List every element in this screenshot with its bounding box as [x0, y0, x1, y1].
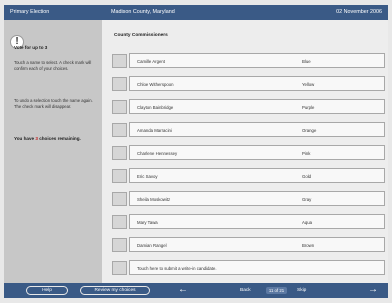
candidate-name: Sheila Moskowitz: [137, 197, 171, 202]
candidate-button[interactable]: Camille Argent Blue: [129, 53, 385, 68]
candidate-party: Gray: [302, 197, 312, 202]
election-name: Primary Election: [10, 9, 50, 15]
page-indicator: 11 of 21: [266, 287, 287, 294]
candidate-row[interactable]: Damian Rangel Brown: [112, 237, 386, 252]
candidate-row[interactable]: Mary Tawa Aqua: [112, 214, 386, 229]
contest-title: County Commissioners: [114, 33, 168, 38]
candidate-row[interactable]: Chloe Witherspoon Yellow: [112, 76, 386, 91]
candidate-party: Brown: [302, 243, 315, 248]
instructions-panel: ! Vote for up to 3 Touch a name to selec…: [4, 20, 102, 283]
candidate-party: Blue: [302, 59, 311, 64]
candidate-button[interactable]: Chloe Witherspoon Yellow: [129, 76, 385, 91]
candidate-name: Charlene Hennessey: [137, 151, 178, 156]
candidate-checkbox[interactable]: [112, 54, 127, 68]
candidate-checkbox[interactable]: [112, 77, 127, 91]
candidate-row[interactable]: Clayton Bainbridge Purple: [112, 99, 386, 114]
candidate-party: Pink: [302, 151, 311, 156]
election-date: 02 November 2006: [336, 9, 382, 15]
select-instructions: Touch a name to select. A check mark wil…: [14, 60, 92, 71]
candidate-name: Amanda Marracini: [137, 128, 172, 133]
footer-bar: Help Review my choices ← Back 11 of 21 S…: [4, 283, 388, 298]
header-bar: Primary Election Madison County, Marylan…: [4, 5, 388, 20]
candidate-checkbox[interactable]: [112, 100, 127, 114]
candidate-party: Purple: [302, 105, 315, 110]
candidate-name: Clayton Bainbridge: [137, 105, 174, 110]
ballot-screen: Primary Election Madison County, Marylan…: [0, 0, 392, 303]
candidate-checkbox[interactable]: [112, 146, 127, 160]
candidate-row[interactable]: Amanda Marracini Orange: [112, 122, 386, 137]
candidate-button[interactable]: Clayton Bainbridge Purple: [129, 99, 385, 114]
candidate-checkbox[interactable]: [112, 192, 127, 206]
write-in-label: Touch here to submit a write-in candidat…: [137, 266, 217, 271]
forward-arrow-icon[interactable]: →: [368, 285, 378, 295]
candidate-row[interactable]: Sheila Moskowitz Gray: [112, 191, 386, 206]
candidate-checkbox[interactable]: [112, 123, 127, 137]
contest-panel: County Commissioners Camille Argent Blue…: [102, 20, 388, 283]
help-button[interactable]: Help: [26, 286, 68, 295]
candidate-checkbox[interactable]: [112, 169, 127, 183]
candidate-party: Yellow: [302, 82, 315, 87]
candidate-party: Orange: [302, 128, 317, 133]
write-in-row[interactable]: Touch here to submit a write-in candidat…: [112, 260, 386, 275]
candidate-name: Eric Savoy: [137, 174, 158, 179]
candidate-name: Chloe Witherspoon: [137, 82, 174, 87]
candidate-name: Camille Argent: [137, 59, 165, 64]
candidate-button[interactable]: Eric Savoy Gold: [129, 168, 385, 183]
undo-instructions: To undo a selection touch the name again…: [14, 98, 93, 109]
candidate-name: Mary Tawa: [137, 220, 158, 225]
candidate-row[interactable]: Eric Savoy Gold: [112, 168, 386, 183]
candidate-button[interactable]: Damian Rangel Brown: [129, 237, 385, 252]
remaining-choices: You have 3 choices remaining.: [14, 136, 81, 141]
write-in-checkbox[interactable]: [112, 261, 127, 275]
candidate-checkbox[interactable]: [112, 238, 127, 252]
candidate-button[interactable]: Sheila Moskowitz Gray: [129, 191, 385, 206]
vote-limit-title: Vote for up to 3: [14, 45, 48, 50]
skip-button[interactable]: Skip: [297, 288, 306, 293]
candidate-button[interactable]: Mary Tawa Aqua: [129, 214, 385, 229]
candidate-name: Damian Rangel: [137, 243, 167, 248]
candidate-party: Gold: [302, 174, 312, 179]
candidate-party: Aqua: [302, 220, 313, 225]
review-choices-button[interactable]: Review my choices: [80, 286, 150, 295]
candidate-button[interactable]: Amanda Marracini Orange: [129, 122, 385, 137]
candidate-button[interactable]: Charlene Hennessey Pink: [129, 145, 385, 160]
write-in-button[interactable]: Touch here to submit a write-in candidat…: [129, 260, 385, 275]
back-button[interactable]: Back: [240, 288, 251, 293]
candidate-row[interactable]: Camille Argent Blue: [112, 53, 386, 68]
candidate-row[interactable]: Charlene Hennessey Pink: [112, 145, 386, 160]
candidate-checkbox[interactable]: [112, 215, 127, 229]
county-name: Madison County, Maryland: [111, 9, 175, 15]
back-arrow-icon[interactable]: ←: [178, 285, 188, 295]
